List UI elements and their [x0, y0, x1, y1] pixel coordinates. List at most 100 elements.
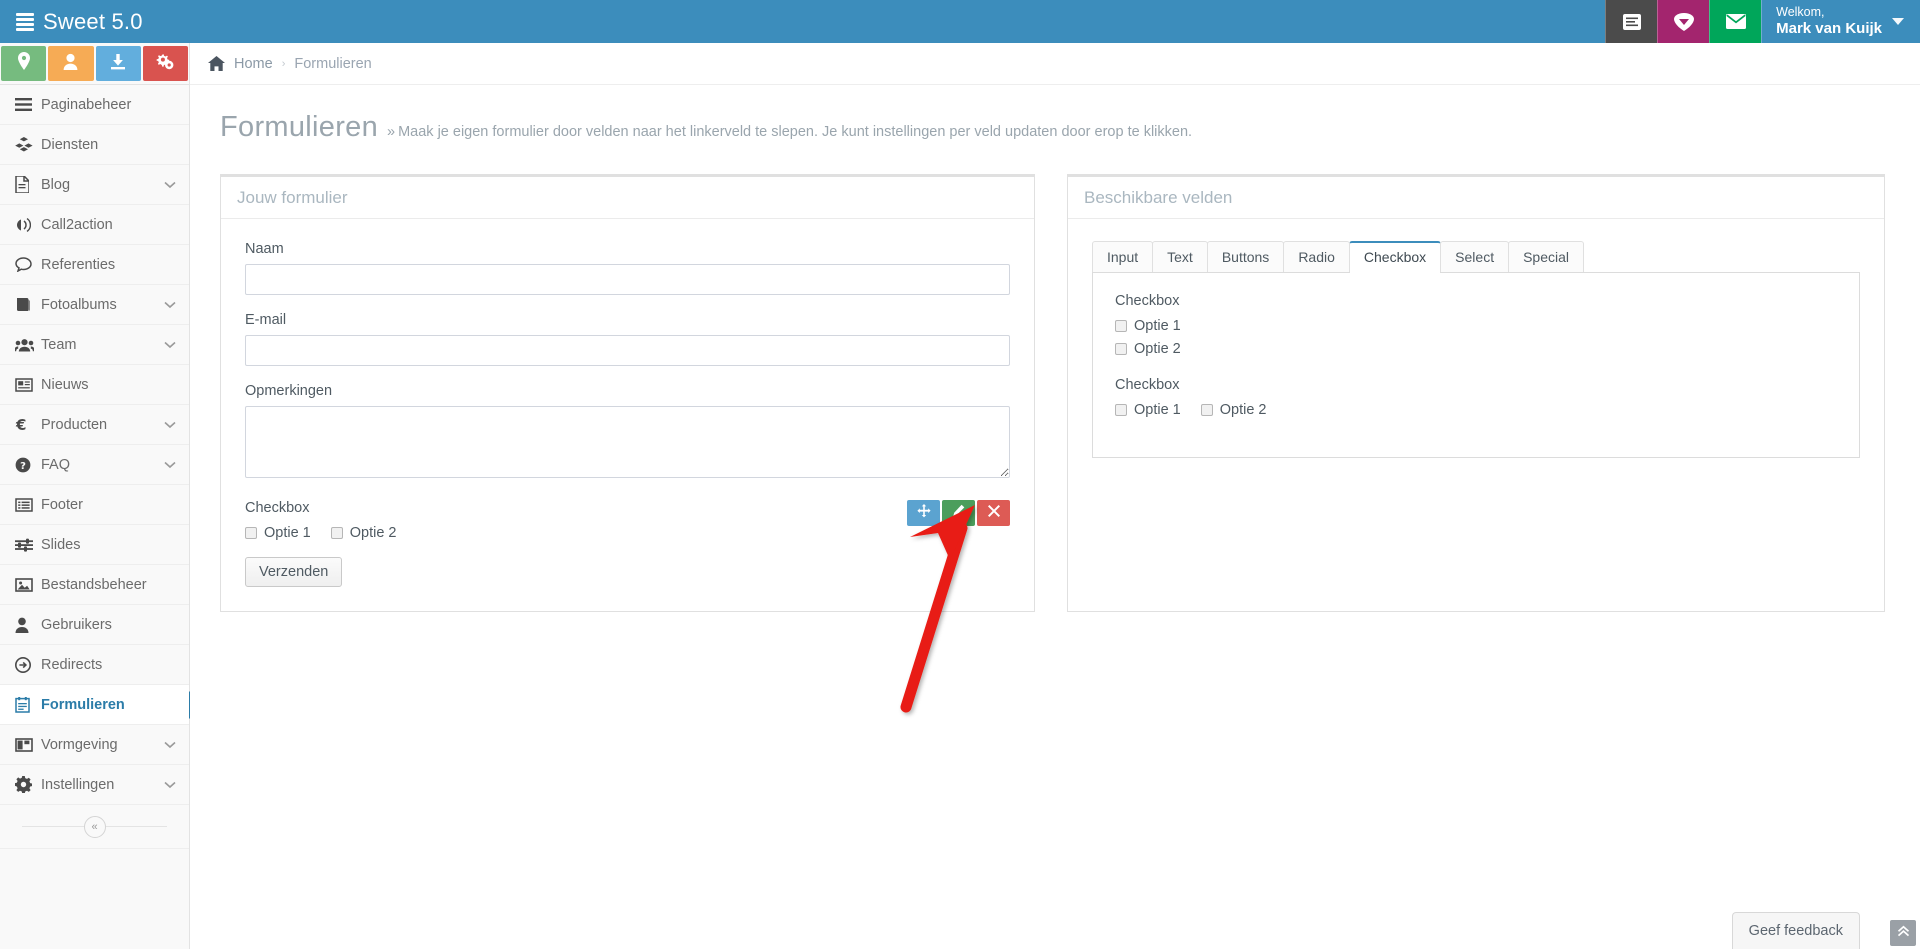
breadcrumb-home[interactable]: Home — [234, 56, 273, 72]
sidebar-item-producten[interactable]: € Producten — [0, 405, 189, 445]
email-input[interactable] — [245, 335, 1010, 366]
tab-input[interactable]: Input — [1092, 241, 1154, 272]
sidebar-item-paginabeheer[interactable]: Paginabeheer — [0, 85, 189, 125]
sidebar-item-diensten[interactable]: Diensten — [0, 125, 189, 165]
sidebar-item-team[interactable]: Team — [0, 325, 189, 365]
newspaper-icon — [15, 377, 41, 392]
chevron-up-double-icon — [1897, 925, 1910, 941]
naam-input[interactable] — [245, 264, 1010, 295]
sidebar-item-label: Gebruikers — [41, 616, 112, 633]
edit-field[interactable] — [942, 500, 975, 526]
sidebar-item-footer[interactable]: Footer — [0, 485, 189, 525]
checkbox-option[interactable]: Optie 1 — [245, 525, 311, 541]
sidebar-item-label: Formulieren — [41, 696, 125, 713]
stacked-lines-icon — [16, 12, 34, 31]
chevron-down-icon — [164, 737, 176, 753]
quick-action-settings[interactable] — [142, 46, 188, 81]
sidebar-item-slides[interactable]: Slides — [0, 525, 189, 565]
quick-action-download[interactable] — [95, 46, 141, 81]
checkbox-box[interactable] — [245, 527, 257, 539]
page-subtitle: » Maak je eigen formulier door velden naa… — [387, 124, 1192, 140]
tab-checkbox[interactable]: Checkbox — [1348, 241, 1442, 273]
sidebar-item-instellingen[interactable]: Instellingen — [0, 765, 189, 805]
sidebar-item-formulieren[interactable]: Formulieren — [0, 685, 203, 725]
quick-action-user[interactable] — [48, 46, 94, 81]
checkbox-option-label: Optie 1 — [1134, 318, 1181, 334]
checkbox-box[interactable] — [1115, 343, 1127, 355]
map-marker-icon — [17, 52, 31, 75]
bars-icon — [15, 98, 41, 111]
sidebar-item-label: FAQ — [41, 456, 71, 473]
quick-action-location[interactable] — [1, 46, 47, 81]
users-icon — [15, 338, 41, 352]
checkbox-box[interactable] — [1115, 320, 1127, 332]
sidebar-item-bestandsbeheer[interactable]: Bestandsbeheer — [0, 565, 189, 605]
tab-text[interactable]: Text — [1152, 241, 1208, 272]
sidebar-item-gebruikers[interactable]: Gebruikers — [0, 605, 189, 645]
sidebar-item-redirects[interactable]: Redirects — [0, 645, 189, 685]
user-icon — [63, 53, 78, 75]
available-field-checkbox-inline[interactable]: Checkbox Optie 1 Optie 2 — [1115, 377, 1837, 418]
scroll-to-top-button[interactable] — [1890, 920, 1916, 946]
field-label: Naam — [245, 241, 284, 257]
notes-icon — [1622, 13, 1642, 31]
tab-special[interactable]: Special — [1508, 241, 1585, 272]
opmerkingen-textarea[interactable] — [245, 406, 1010, 478]
checkbox-option[interactable]: Optie 1 — [1115, 402, 1181, 418]
question-icon: ? — [15, 457, 41, 473]
sidebar-item-fotoalbums[interactable]: Fotoalbums — [0, 285, 189, 325]
checkbox-option[interactable]: Optie 2 — [330, 525, 397, 541]
sidebar-collapse-row: « — [0, 805, 189, 849]
brand-logo[interactable]: Sweet 5.0 — [0, 0, 190, 43]
verzenden-button[interactable]: Verzenden — [245, 557, 343, 587]
sidebar-item-referenties[interactable]: Referenties — [0, 245, 189, 285]
field-type-tabs: Input Text Buttons Radio Checkbox Select… — [1092, 241, 1860, 273]
user-name: Mark van Kuijk — [1776, 20, 1882, 38]
checkbox-field-legend: Checkbox — [245, 500, 310, 516]
top-bar-actions: Welkom, Mark van Kuijk — [1605, 0, 1920, 43]
sidebar-item-nieuws[interactable]: Nieuws — [0, 365, 189, 405]
checkbox-box[interactable] — [1115, 404, 1127, 416]
messages-button[interactable] — [1709, 0, 1762, 43]
checkbox-option[interactable]: Optie 2 — [1200, 402, 1267, 418]
form-field-email[interactable]: E-mail — [245, 312, 1010, 366]
form-field-naam[interactable]: Naam — [245, 241, 1010, 295]
sidebar-item-call2action[interactable]: Call2action — [0, 205, 189, 245]
sidebar-item-vormgeving[interactable]: Vormgeving — [0, 725, 189, 765]
gears-icon — [156, 53, 174, 75]
form-field-opmerkingen[interactable]: Opmerkingen — [245, 383, 1010, 483]
feedback-button[interactable]: Geef feedback — [1731, 912, 1860, 949]
sidebar-item-blog[interactable]: Blog — [0, 165, 189, 205]
tab-select[interactable]: Select — [1440, 241, 1510, 272]
user-menu[interactable]: Welkom, Mark van Kuijk — [1761, 0, 1920, 43]
arrow-circle-icon — [15, 656, 41, 673]
checkbox-option[interactable]: Optie 1 — [1115, 318, 1837, 334]
home-icon — [208, 56, 225, 71]
diamond-button[interactable] — [1657, 0, 1710, 43]
move-handle[interactable] — [907, 500, 940, 526]
chevron-down-icon — [164, 177, 176, 193]
available-fields-panel-header: Beschikbare velden — [1068, 177, 1884, 219]
form-builder-panel-body: Naam E-mail Opmerkingen Checkbox Optie 1… — [221, 219, 1034, 611]
user-menu-labels: Welkom, Mark van Kuijk — [1776, 5, 1882, 37]
delete-field[interactable] — [977, 500, 1010, 526]
breadcrumb-current: Formulieren — [294, 55, 372, 72]
tab-buttons[interactable]: Buttons — [1206, 241, 1285, 272]
svg-text:€: € — [15, 417, 26, 433]
form-field-checkbox[interactable]: Checkbox Optie 1 Optie 2 — [245, 500, 1010, 541]
checkbox-box[interactable] — [330, 527, 343, 539]
checkbox-option[interactable]: Optie 2 — [1115, 341, 1837, 357]
times-icon — [987, 504, 1000, 522]
checkbox-box[interactable] — [1200, 404, 1213, 416]
sidebar-item-label: Redirects — [41, 656, 103, 673]
chevron-down-icon — [164, 337, 176, 353]
sidebar-item-faq[interactable]: ? FAQ — [0, 445, 189, 485]
available-field-checkbox-stacked[interactable]: Checkbox Optie 1 Optie 2 — [1115, 293, 1837, 357]
tab-radio[interactable]: Radio — [1283, 241, 1350, 272]
sidebar-collapse-button[interactable]: « — [83, 815, 106, 838]
sidebar-item-label: Footer — [41, 496, 83, 513]
notes-button[interactable] — [1605, 0, 1658, 43]
form-builder-panel: Jouw formulier Naam E-mail Opmerkingen C… — [220, 174, 1035, 612]
panels-row: Jouw formulier Naam E-mail Opmerkingen C… — [190, 144, 1920, 612]
field-label: E-mail — [245, 312, 287, 328]
